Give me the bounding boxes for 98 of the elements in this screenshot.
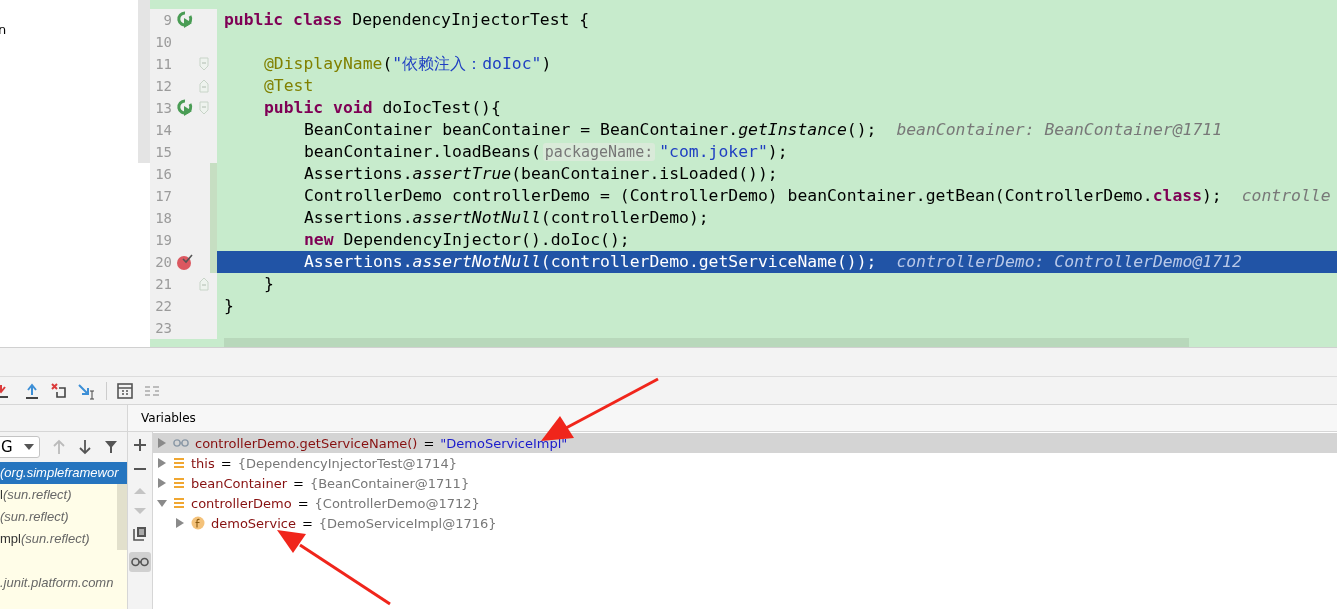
inline-value: controlle (1241, 186, 1331, 205)
down-arrow-icon[interactable] (78, 439, 92, 455)
inline-value: controllerDemo: ControllerDemo@1712 (896, 252, 1242, 271)
variable-value: {ControllerDemo@1712} (314, 495, 480, 511)
code-text: Assertions. (304, 164, 413, 183)
line-number: 13 (154, 100, 172, 116)
scrollbar[interactable] (117, 484, 127, 550)
calculator-icon[interactable] (116, 381, 134, 400)
equals-sign: = (297, 495, 309, 511)
method-name: assertTrue (412, 164, 512, 183)
variable-value: "DemoServiceImpl" (440, 435, 568, 451)
line-number: 17 (154, 188, 172, 204)
code-text: ); (1202, 186, 1222, 205)
line-number: 12 (154, 78, 172, 94)
frame-item[interactable]: (org.simpleframewor (0, 462, 127, 484)
code-text: } (264, 274, 274, 293)
code-text: ); (767, 142, 788, 161)
run-icon[interactable] (176, 99, 194, 117)
variable-name: controllerDemo (191, 495, 292, 511)
step-out-icon[interactable] (23, 381, 41, 400)
method-name: assertNotNull (412, 208, 541, 227)
watches-toggle[interactable] (129, 552, 151, 572)
project-tree-text: n (0, 22, 7, 37)
annotation: @Test (264, 76, 314, 95)
equals-sign: = (301, 515, 313, 531)
glasses-icon (131, 557, 149, 567)
breakpoint-icon[interactable] (176, 253, 194, 271)
line-number: 15 (154, 144, 172, 160)
panel-title: Variables (141, 411, 196, 425)
code-text: (controllerDemo.getServiceName()); (540, 252, 877, 271)
variable-name: this (191, 455, 215, 471)
equals-sign: = (423, 435, 435, 451)
code-text: DependencyInjector().doIoc(); (342, 230, 630, 249)
code-text: BeanContainer beanContainer = BeanContainer. (304, 120, 739, 139)
code-text: (controllerDemo); (540, 208, 709, 227)
string-literal: "依赖注入：doIoc" (392, 54, 542, 73)
code-text: ( (382, 54, 393, 73)
code-text: ) (541, 54, 552, 73)
filter-icon[interactable] (104, 439, 118, 455)
frame-item[interactable]: l(sun.reflect) (0, 484, 117, 506)
code-text: } (224, 296, 234, 315)
down-icon (133, 506, 147, 516)
code-text: ControllerDemo controllerDemo = (ControllerDemo) beanContainer.getBean(ControllerDemo. (304, 186, 1153, 205)
line-number: 21 (154, 276, 172, 292)
line-number: 22 (154, 298, 172, 314)
code-text: (); (846, 120, 877, 139)
line-number: 16 (154, 166, 172, 182)
caret-icon (24, 444, 34, 450)
annotation: @DisplayName (264, 54, 383, 73)
expand-arrow-icon[interactable] (157, 498, 167, 508)
up-arrow-icon (52, 439, 66, 455)
inline-value: beanContainer: BeanContainer@1711 (896, 120, 1223, 139)
keyword: new (304, 230, 334, 249)
scrollbar[interactable] (224, 338, 1189, 347)
expand-arrow-icon[interactable] (157, 458, 167, 468)
variable-value: {BeanContainer@1711} (309, 475, 470, 491)
add-icon[interactable] (133, 438, 147, 452)
line-number: 20 (154, 254, 172, 270)
variable-name: controllerDemo.getServiceName() (195, 435, 418, 451)
frame-item[interactable]: .junit.platform.comn (0, 572, 117, 594)
frame-item[interactable]: (sun.reflect) (0, 506, 117, 528)
line-number: 14 (154, 122, 172, 138)
drop-frame-icon[interactable] (50, 381, 68, 400)
variable-value: {DemoServiceImpl@1716} (318, 515, 497, 531)
equals-sign: = (293, 475, 304, 491)
keyword: public void (264, 98, 373, 117)
equals-sign: = (220, 455, 232, 471)
line-number: 11 (154, 56, 172, 72)
line-number: 10 (154, 34, 172, 50)
line-number: 19 (154, 232, 172, 248)
parameter-hint: packageName: (542, 143, 656, 161)
line-number: 18 (154, 210, 172, 226)
variable-name: demoService (211, 515, 296, 531)
expand-arrow-icon[interactable] (175, 518, 185, 528)
copy-icon[interactable] (132, 526, 148, 542)
expand-arrow-icon[interactable] (157, 478, 167, 488)
scrollbar[interactable] (138, 0, 150, 163)
run-to-cursor-icon[interactable] (77, 381, 97, 400)
code-text: (beanContainer.isLoaded()); (511, 164, 778, 183)
line-number: 23 (154, 320, 172, 336)
string-literal: "com.joker" (659, 142, 768, 161)
method-name: assertNotNull (412, 252, 541, 271)
run-icon[interactable] (176, 11, 194, 29)
line-number: 9 (162, 12, 172, 28)
method-name: getInstance (738, 120, 847, 139)
code-text: Assertions. (304, 252, 413, 271)
up-icon (133, 486, 147, 496)
expand-arrow-icon[interactable] (157, 438, 167, 448)
thread-dropdown[interactable]: G (0, 436, 40, 458)
keyword: class (1152, 186, 1202, 205)
variable-value: {DependencyInjectorTest@1714} (237, 455, 457, 471)
code-text: Assertions. (304, 208, 413, 227)
variable-name: beanContainer (191, 475, 287, 491)
code-text: doIocTest(){ (381, 98, 501, 117)
code-text: beanContainer.loadBeans( (304, 142, 541, 161)
frame-item[interactable]: mpl(sun.reflect) (0, 528, 117, 550)
keyword: public class (224, 10, 343, 29)
code-text: DependencyInjectorTest { (351, 10, 590, 29)
